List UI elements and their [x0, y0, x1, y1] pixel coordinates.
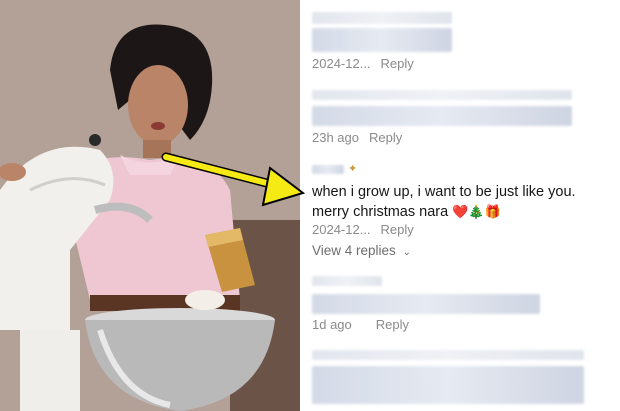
- comment-4-reply-button[interactable]: Reply: [376, 317, 409, 332]
- comment-4-text-blur: [312, 294, 540, 314]
- comment-4-username-blur: [312, 276, 382, 286]
- comment-3-meta: 2024-12... Reply: [312, 222, 414, 237]
- comment-1-meta: 2024-12... Reply: [312, 56, 414, 71]
- comment-3-text: when i grow up, i want to be just like y…: [312, 182, 612, 222]
- comment-3-username-blur: [312, 165, 344, 174]
- comment-2-username-blur: [312, 90, 572, 100]
- comment-2-timestamp: 23h ago: [312, 130, 359, 145]
- comment-1-timestamp: 2024-12...: [312, 56, 371, 71]
- view-replies-label: View 4 replies: [312, 243, 396, 258]
- comment-2-text-blur: [312, 106, 572, 126]
- comment-1-reply-button[interactable]: Reply: [381, 56, 414, 71]
- woman-baking-photo: [0, 0, 300, 411]
- comment-4-meta: 1d ago Reply: [312, 317, 409, 332]
- wand-emoji-icon: ✦: [348, 163, 358, 175]
- comment-3-timestamp: 2024-12...: [312, 222, 371, 237]
- photo-panel: [0, 0, 300, 411]
- comment-5-username-blur: [312, 350, 584, 360]
- comment-5-text-blur: [312, 366, 584, 404]
- comment-3-reply-button[interactable]: Reply: [381, 222, 414, 237]
- comment-3-emojis: ❤️🎄🎁: [452, 204, 501, 219]
- comments-panel: 2024-12... Reply 23h ago Reply ✦ when i gr…: [300, 0, 620, 411]
- comment-2-reply-button[interactable]: Reply: [369, 130, 402, 145]
- view-replies-button[interactable]: View 4 replies ⌄: [312, 243, 411, 258]
- chevron-down-icon: ⌄: [402, 247, 411, 258]
- comment-3-body: when i grow up, i want to be just like y…: [312, 184, 576, 220]
- comment-1-text-blur: [312, 28, 452, 52]
- comment-2-meta: 23h ago Reply: [312, 130, 402, 145]
- comment-1-username-blur: [312, 12, 452, 24]
- comment-4-timestamp: 1d ago: [312, 317, 352, 332]
